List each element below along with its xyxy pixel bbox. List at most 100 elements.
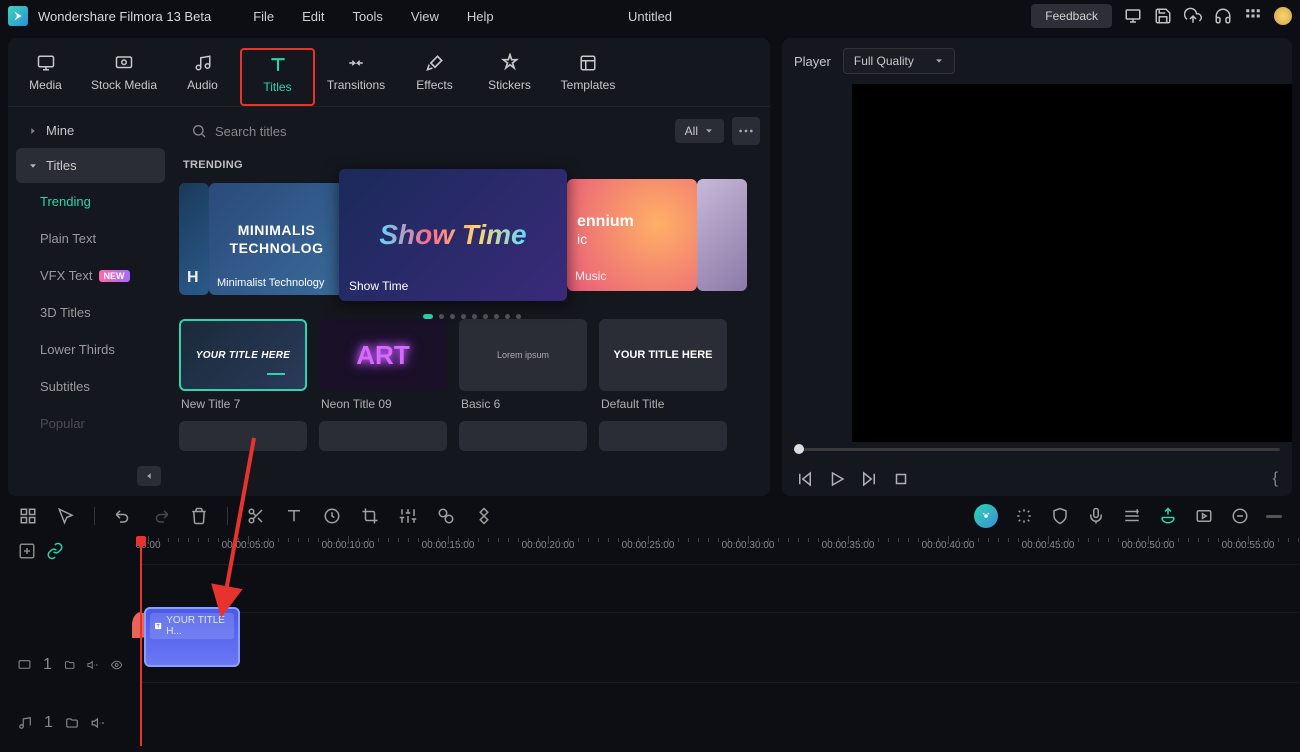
cloud-upload-icon[interactable] [1184, 7, 1202, 25]
playhead[interactable] [140, 536, 142, 746]
tab-templates[interactable]: Templates [547, 48, 629, 106]
split-icon[interactable] [246, 506, 266, 526]
menu-file[interactable]: File [239, 3, 288, 30]
sidebar-sub-trending[interactable]: Trending [16, 183, 165, 220]
sidebar-item-titles[interactable]: Titles [16, 148, 165, 183]
preview-video[interactable] [852, 84, 1292, 442]
scrubber-knob[interactable] [794, 444, 804, 454]
sidebar-sub-lower-thirds[interactable]: Lower Thirds [16, 331, 165, 368]
title-thumb[interactable]: Lorem ipsum [459, 319, 587, 391]
zoom-out-icon[interactable] [1230, 506, 1250, 526]
tab-audio[interactable]: Audio [165, 48, 240, 106]
sidebar-sub-popular[interactable]: Popular [16, 405, 165, 442]
tab-stock-media[interactable]: Stock Media [83, 48, 165, 106]
keyframe-icon[interactable] [474, 506, 494, 526]
crop-icon[interactable] [360, 506, 380, 526]
ai-button[interactable] [974, 504, 998, 528]
adjust-icon[interactable] [398, 506, 418, 526]
cursor-icon[interactable] [56, 506, 76, 526]
title-clip[interactable]: YOUR TITLE H... [144, 607, 240, 667]
quality-select[interactable]: Full Quality [843, 48, 955, 74]
sidebar-sub-3d-titles[interactable]: 3D Titles [16, 294, 165, 331]
title-card-new-title-7[interactable]: YOUR TITLE HERE New Title 7 [179, 319, 307, 417]
sidebar-sub-vfx-text[interactable]: VFX TextNEW [16, 257, 165, 294]
mic-icon[interactable] [1086, 506, 1106, 526]
zoom-slider[interactable] [1266, 515, 1282, 518]
tab-stickers[interactable]: Stickers [472, 48, 547, 106]
sparkle-icon[interactable] [1014, 506, 1034, 526]
mute-icon[interactable] [91, 716, 105, 730]
tab-effects[interactable]: Effects [397, 48, 472, 106]
carousel-card-ennium[interactable]: ennium ic Music [567, 179, 697, 291]
filter-dropdown[interactable]: All [675, 119, 724, 143]
preview-scrubber[interactable] [782, 442, 1292, 462]
add-track-icon[interactable] [18, 542, 36, 560]
menu-help[interactable]: Help [453, 3, 508, 30]
title-thumb[interactable]: YOUR TITLE HERE [179, 319, 307, 391]
apps-grid-icon[interactable] [1244, 7, 1262, 25]
carousel-card-minimalist[interactable]: MINIMALISTECHNOLOG Minimalist Technology [209, 183, 344, 295]
video-track-header[interactable]: 1 [0, 636, 140, 694]
play-icon[interactable] [828, 470, 846, 488]
more-options-button[interactable] [732, 117, 760, 145]
track-lane-video[interactable]: YOUR TITLE H... [140, 612, 1300, 682]
timeline-toolbar [0, 496, 1300, 536]
carousel-card[interactable] [697, 179, 747, 291]
speed-icon[interactable] [322, 506, 342, 526]
undo-icon[interactable] [113, 506, 133, 526]
track-lane[interactable] [140, 564, 1300, 612]
chevron-left-icon [144, 471, 154, 481]
feedback-button[interactable]: Feedback [1031, 4, 1112, 28]
marker-icon[interactable] [1158, 506, 1178, 526]
title-card-default-title[interactable]: YOUR TITLE HERE Default Title [599, 319, 727, 417]
track-lane-audio[interactable] [140, 682, 1300, 740]
eye-icon[interactable] [111, 658, 122, 672]
text-icon[interactable] [284, 506, 304, 526]
sidebar-item-mine[interactable]: Mine [16, 113, 165, 148]
prev-frame-icon[interactable] [796, 470, 814, 488]
expand-icon[interactable]: { [1273, 470, 1278, 488]
tab-titles[interactable]: Titles [240, 48, 315, 106]
save-icon[interactable] [1154, 7, 1172, 25]
shield-icon[interactable] [1050, 506, 1070, 526]
title-thumb[interactable] [459, 421, 587, 451]
tab-transitions[interactable]: Transitions [315, 48, 397, 106]
folder-icon[interactable] [65, 716, 79, 730]
title-thumb[interactable]: YOUR TITLE HERE [599, 319, 727, 391]
music-icon[interactable] [1122, 506, 1142, 526]
more-horizontal-icon [738, 129, 754, 133]
title-thumb[interactable]: ART [319, 319, 447, 391]
layout-icon[interactable] [18, 506, 38, 526]
redo-icon[interactable] [151, 506, 171, 526]
link-icon[interactable] [46, 542, 64, 560]
snap-icon[interactable] [1194, 506, 1214, 526]
search-input[interactable]: Search titles [183, 117, 667, 145]
title-card-basic-6[interactable]: Lorem ipsum Basic 6 [459, 319, 587, 417]
tab-media[interactable]: Media [8, 48, 83, 106]
delete-icon[interactable] [189, 506, 209, 526]
color-icon[interactable] [436, 506, 456, 526]
title-thumb[interactable] [179, 421, 307, 451]
menu-tools[interactable]: Tools [339, 3, 397, 30]
headphones-icon[interactable] [1214, 7, 1232, 25]
menu-edit[interactable]: Edit [288, 3, 338, 30]
sidebar-sub-subtitles[interactable]: Subtitles [16, 368, 165, 405]
menubar: Wondershare Filmora 13 Beta File Edit To… [0, 0, 1300, 32]
carousel-card-showtime[interactable]: Show Time Show Time [339, 169, 567, 301]
audio-track-header[interactable]: 1 [0, 694, 140, 752]
stop-icon[interactable] [892, 470, 910, 488]
mute-icon[interactable] [87, 658, 98, 672]
sidebar-sub-plain-text[interactable]: Plain Text [16, 220, 165, 257]
next-frame-icon[interactable] [860, 470, 878, 488]
title-card-neon-title-09[interactable]: ART Neon Title 09 [319, 319, 447, 417]
trending-carousel[interactable]: H MINIMALISTECHNOLOG Minimalist Technolo… [179, 179, 764, 309]
folder-icon[interactable] [64, 658, 75, 672]
title-thumb[interactable] [319, 421, 447, 451]
menu-view[interactable]: View [397, 3, 453, 30]
title-thumb[interactable] [599, 421, 727, 451]
carousel-card[interactable]: H [179, 183, 209, 295]
collapse-sidebar-button[interactable] [137, 466, 161, 486]
monitor-icon[interactable] [1124, 7, 1142, 25]
profile-avatar-icon[interactable] [1274, 7, 1292, 25]
timeline-ruler[interactable]: 00:0000:00:05:0000:00:10:0000:00:15:0000… [140, 536, 1300, 564]
